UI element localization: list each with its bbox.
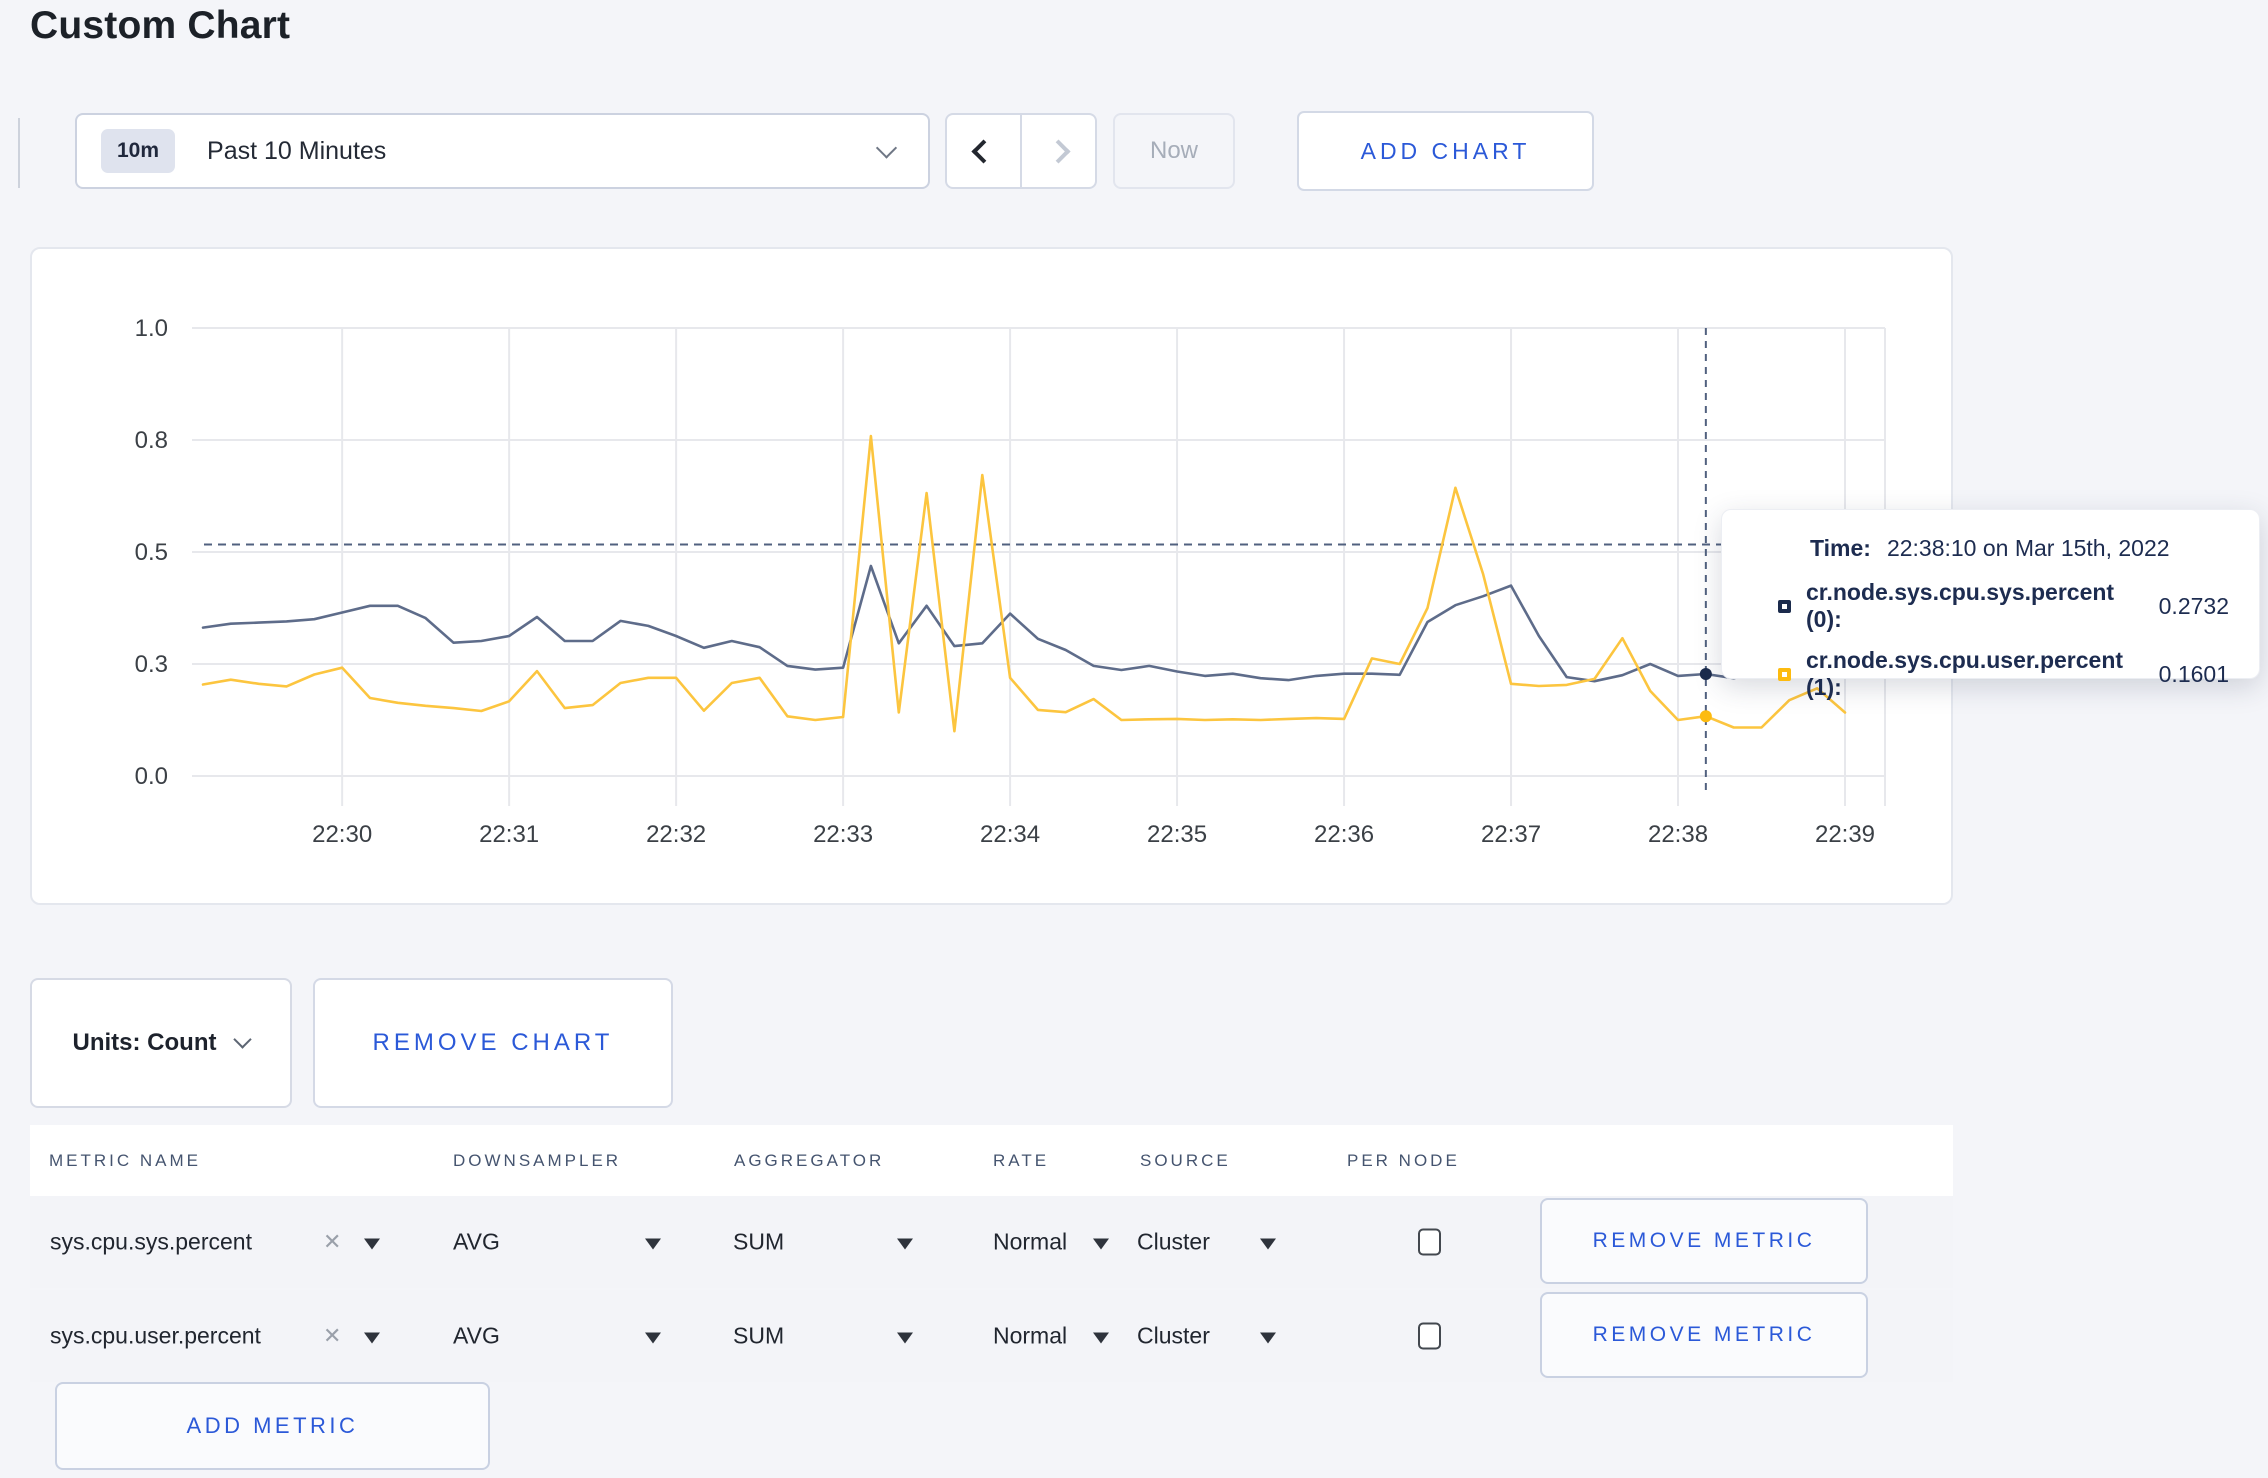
tooltip-time-value: 22:38:10 on Mar 15th, 2022 [1886,535,2170,561]
svg-text:22:35: 22:35 [1147,821,1207,848]
metric-row-user: sys.cpu.user.percent ✕ AVG SUM Normal Cl… [30,1290,1953,1382]
caret-down-icon[interactable] [1093,1332,1109,1344]
aggregator-select[interactable]: SUM [733,1323,784,1350]
remove-chart-button[interactable]: REMOVE CHART [313,978,673,1108]
chevron-left-icon [971,138,996,164]
svg-text:22:38: 22:38 [1648,821,1708,848]
rate-select[interactable]: Normal [993,1323,1067,1350]
remove-metric-button[interactable]: REMOVE METRIC [1540,1292,1868,1378]
header-aggregator: AGGREGATOR [734,1150,885,1170]
svg-text:22:32: 22:32 [646,821,706,848]
chevron-down-icon [233,1029,253,1049]
header-source: SOURCE [1140,1150,1231,1170]
time-nav-buttons [945,113,1097,189]
time-forward-button[interactable] [1022,115,1095,187]
caret-down-icon[interactable] [645,1332,661,1344]
tooltip-series-row: cr.node.sys.cpu.sys.percent (0): 0.2732 [1778,579,2229,633]
chevron-right-icon [1046,138,1071,164]
per-node-checkbox[interactable] [1418,1322,1441,1350]
caret-down-icon[interactable] [1260,1332,1276,1344]
header-rate: RATE [993,1150,1050,1170]
svg-text:22:39: 22:39 [1815,821,1875,848]
custom-chart-page: Custom Chart 10m Past 10 Minutes Now ADD… [0,0,2268,1478]
chart-card: 0.0 0.3 0.5 0.8 1.0 22:30 22:31 22:32 22:33 22:34… [30,247,1953,905]
caret-down-icon[interactable] [897,1332,913,1344]
tooltip-series-name: cr.node.sys.cpu.user.percent (1): [1806,647,2124,700]
metric-row-sys: sys.cpu.sys.percent ✕ AVG SUM Normal Clu… [30,1196,1953,1288]
aggregator-select[interactable]: SUM [733,1229,784,1256]
rate-select[interactable]: Normal [993,1229,1067,1256]
svg-text:22:34: 22:34 [980,821,1040,848]
source-select[interactable]: Cluster [1137,1323,1210,1350]
svg-text:0.8: 0.8 [135,427,168,454]
tooltip-series-value: 0.1601 [2158,660,2229,687]
series-user-swatch-icon [1778,667,1791,681]
now-button[interactable]: Now [1113,113,1235,189]
tooltip-series-row: cr.node.sys.cpu.user.percent (1): 0.1601 [1778,647,2229,701]
chevron-down-icon [875,137,898,159]
cpu-usage-chart[interactable]: 0.0 0.3 0.5 0.8 1.0 22:30 22:31 22:32 22:33 22:34… [32,249,1951,903]
units-dropdown[interactable]: Units: Count [30,978,292,1108]
svg-text:22:31: 22:31 [479,821,539,848]
clear-icon[interactable]: ✕ [323,1323,341,1349]
time-back-button[interactable] [947,115,1022,187]
page-title: Custom Chart [30,4,291,47]
metric-name-select[interactable]: sys.cpu.sys.percent [50,1229,252,1256]
svg-text:22:30: 22:30 [312,821,372,848]
downsampler-select[interactable]: AVG [453,1229,500,1256]
chart-hover-tooltip: Time: 22:38:10 on Mar 15th, 2022 cr.node.… [1721,509,2260,700]
svg-text:1.0: 1.0 [135,315,168,342]
tooltip-time-label: Time: [1810,535,1871,561]
svg-text:0.3: 0.3 [135,651,168,678]
header-per-node: PER NODE [1347,1150,1460,1170]
metrics-table-header: METRIC NAME DOWNSAMPLER AGGREGATOR RATE … [30,1125,1953,1196]
downsampler-select[interactable]: AVG [453,1323,500,1350]
tooltip-time-row: Time: 22:38:10 on Mar 15th, 2022 [1810,535,2229,562]
caret-down-icon[interactable] [1093,1238,1109,1250]
time-range-select[interactable]: 10m Past 10 Minutes [75,113,930,189]
tooltip-series-value: 0.2732 [2158,592,2229,619]
metric-name-select[interactable]: sys.cpu.user.percent [50,1323,261,1350]
caret-down-icon[interactable] [364,1332,380,1344]
add-chart-button[interactable]: ADD CHART [1297,111,1594,191]
units-label: Units: Count [72,1029,217,1056]
caret-down-icon[interactable] [364,1238,380,1250]
time-range-label: Past 10 Minutes [207,136,387,165]
per-node-checkbox[interactable] [1418,1228,1441,1256]
caret-down-icon[interactable] [1260,1238,1276,1250]
svg-text:22:37: 22:37 [1481,821,1541,848]
svg-text:0.5: 0.5 [135,539,168,566]
toolbar-left-divider [18,118,20,188]
header-downsampler: DOWNSAMPLER [453,1150,622,1170]
caret-down-icon[interactable] [645,1238,661,1250]
header-metric-name: METRIC NAME [49,1150,201,1170]
add-metric-button[interactable]: ADD METRIC [55,1382,490,1470]
source-select[interactable]: Cluster [1137,1229,1210,1256]
clear-icon[interactable]: ✕ [323,1229,341,1255]
tooltip-series-name: cr.node.sys.cpu.sys.percent (0): [1806,579,2115,632]
svg-text:22:36: 22:36 [1314,821,1374,848]
time-range-badge: 10m [101,129,176,173]
svg-text:0.0: 0.0 [135,763,168,790]
remove-metric-button[interactable]: REMOVE METRIC [1540,1198,1868,1284]
svg-text:22:33: 22:33 [813,821,873,848]
series-sys-swatch-icon [1778,599,1791,613]
caret-down-icon[interactable] [897,1238,913,1250]
